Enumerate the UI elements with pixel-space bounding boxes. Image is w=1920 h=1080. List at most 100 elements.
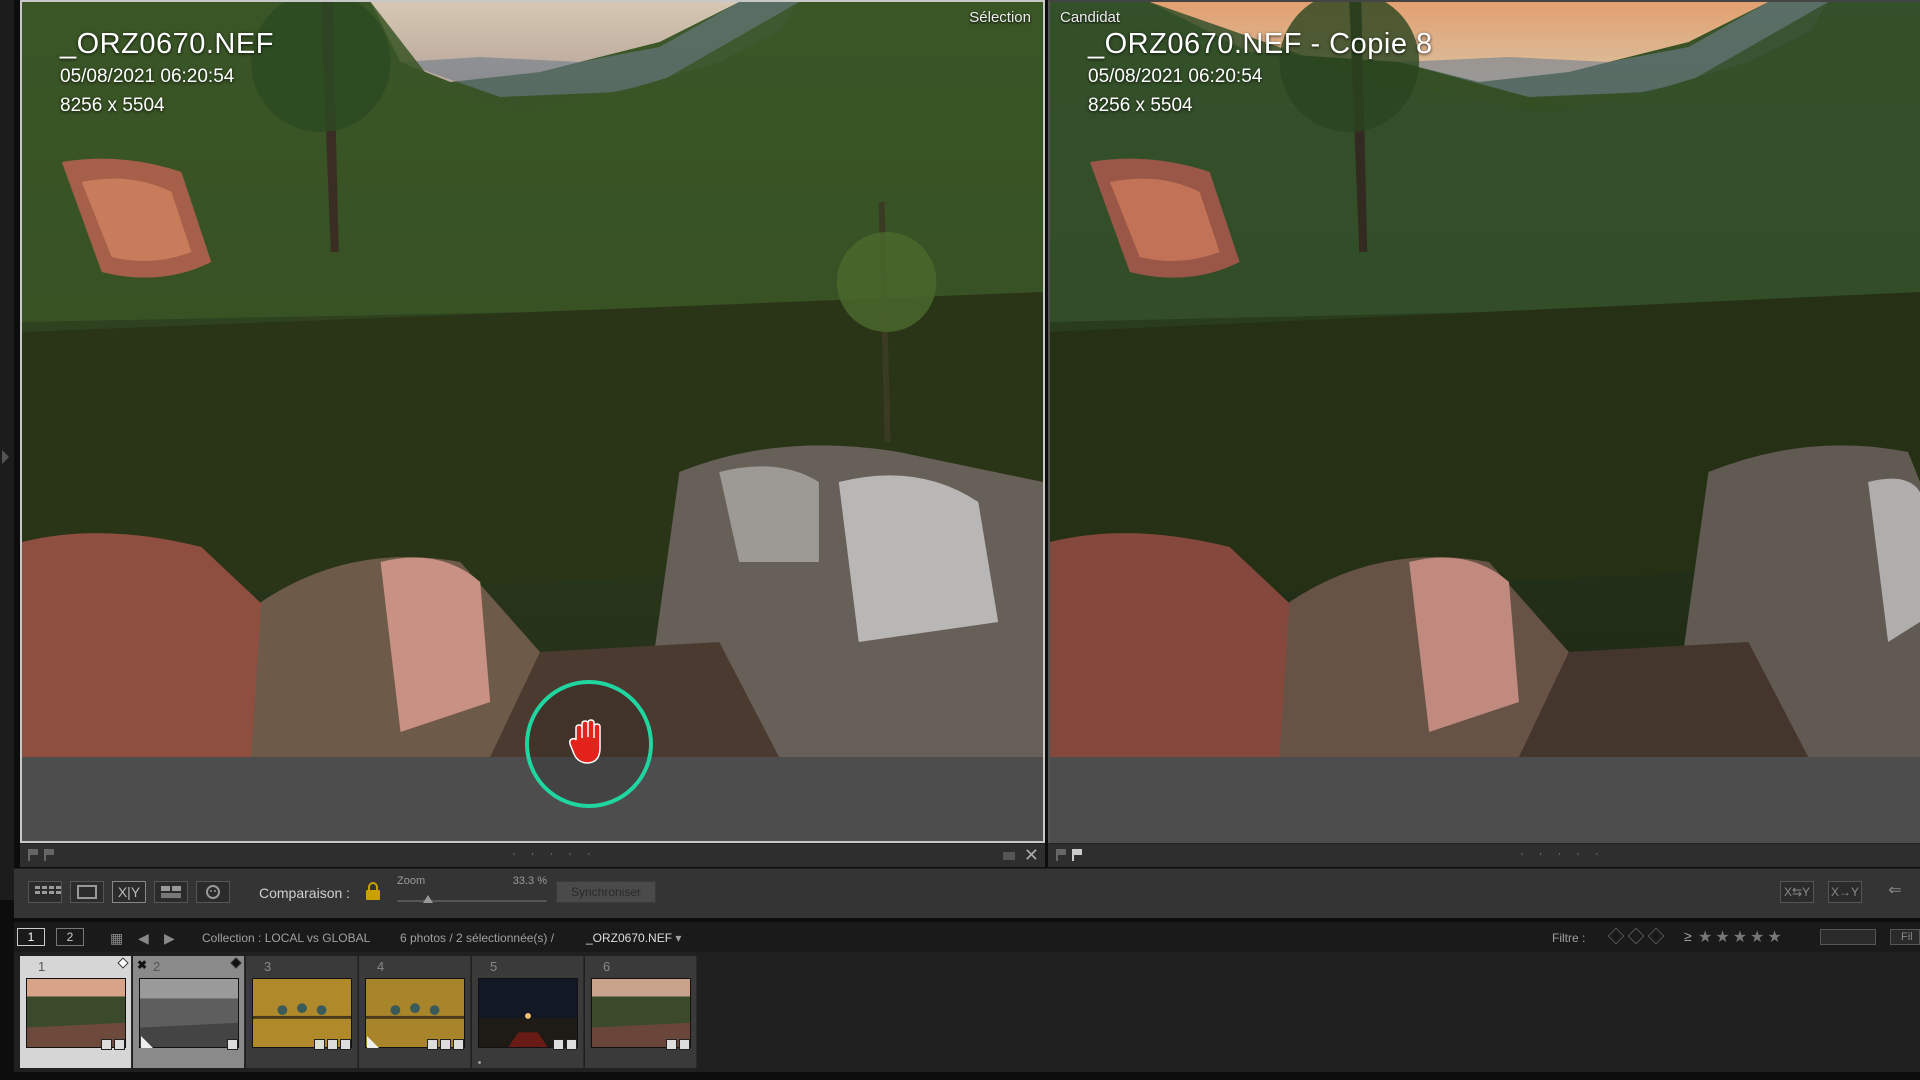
hand-cursor-icon [569, 719, 601, 764]
filmstrip-header: 1 2 ▦ ◀ ▶ Collection : LOCAL vs GLOBAL 6… [14, 922, 1920, 952]
sync-button[interactable]: Synchroniser [556, 881, 656, 903]
edit-badge-icon [340, 1039, 351, 1050]
select-pane-footer: · · · · · ✕ [20, 843, 1045, 867]
landscape-thumbnail [140, 979, 238, 1047]
back-arrow-icon[interactable]: ◀ [138, 930, 149, 947]
zoom-label: Zoom [397, 875, 426, 887]
compare-toolbar: X|Y Comparaison : Zoom 33.3 % Synchronis… [14, 868, 1920, 918]
grid-icon[interactable]: ▦ [110, 930, 123, 947]
lock-icon[interactable] [366, 882, 380, 900]
badges [551, 1037, 577, 1050]
expand-left-panel-icon[interactable] [2, 450, 9, 464]
virtual-copy-icon [367, 1036, 379, 1048]
filmstrip: 1 ✖ 2 3 4 5 6 [14, 952, 1920, 1072]
edit-badge-icon [227, 1039, 238, 1050]
unflagged-filter-icon[interactable] [1627, 927, 1645, 945]
thumbnail[interactable] [139, 978, 239, 1048]
secondary-window-button[interactable]: 2 [56, 928, 84, 946]
virtual-copy-icon [141, 1036, 153, 1048]
capture-date: 05/08/2021 06:20:54 [1088, 66, 1263, 87]
color-label-icon[interactable] [1003, 852, 1015, 860]
filmstrip-cell[interactable]: 3 [246, 956, 358, 1068]
badges [312, 1037, 351, 1050]
edit-badge-icon [566, 1039, 577, 1050]
badges [664, 1037, 690, 1050]
zoom-slider-track[interactable] [397, 900, 547, 902]
diamond-icon[interactable] [230, 957, 242, 969]
candidate-pane[interactable]: _ORZ0670.NEF - Copie 8 05/08/2021 06:20:… [1048, 0, 1920, 843]
filmstrip-cell[interactable]: 6 [585, 956, 697, 1068]
filmstrip-cell[interactable]: ✖ 2 [133, 956, 245, 1068]
compare-view-button[interactable]: X|Y [112, 881, 146, 903]
grid-icon [35, 886, 61, 894]
info-overlay: _ORZ0670.NEF - Copie 8 05/08/2021 06:20:… [1088, 28, 1433, 119]
cell-index: 1 [38, 959, 46, 974]
badges [425, 1037, 464, 1050]
pick-flag-icon[interactable] [44, 849, 54, 861]
right-tools: X⇆Y X→Y ⇐ [1780, 881, 1920, 903]
zoom-slider-thumb[interactable] [423, 895, 434, 903]
star-rating-filter[interactable]: ★★★★★ [1698, 927, 1785, 947]
close-icon[interactable]: ✕ [1024, 845, 1039, 866]
file-name: _ORZ0670.NEF [60, 28, 274, 60]
lightroom-window: _ORZ0670.NEF 05/08/2021 06:20:54 8256 x … [0, 0, 1920, 1080]
image-dimensions: 8256 x 5504 [60, 95, 165, 116]
rating-dots[interactable]: · · · · · [1520, 848, 1605, 860]
filter-toggle[interactable]: Fil [1890, 929, 1920, 945]
candidate-pane-footer: · · · · · [1048, 843, 1920, 867]
left-panel-collapse-strip[interactable] [0, 0, 14, 900]
color-filter-icon[interactable] [1820, 929, 1876, 945]
rating-operator[interactable]: ≥ [1684, 928, 1692, 944]
edit-badge-icon [453, 1039, 464, 1050]
people-view-button[interactable] [196, 881, 230, 903]
rating-dots[interactable]: · · · · · [512, 848, 597, 860]
pick-filter-icon[interactable] [1607, 927, 1625, 945]
file-name: _ORZ0670.NEF - Copie 8 [1088, 28, 1433, 60]
info-overlay: _ORZ0670.NEF 05/08/2021 06:20:54 8256 x … [60, 28, 274, 119]
select-label: Sélection [969, 9, 1031, 26]
filmstrip-cell[interactable]: 4 [359, 956, 471, 1068]
edit-badge-icon [679, 1039, 690, 1050]
crop-badge-icon [327, 1039, 338, 1050]
edit-badge-icon [114, 1039, 125, 1050]
candidate-label: Candidat [1060, 9, 1121, 26]
zoom-value: 33.3 % [512, 875, 547, 887]
diamond-icon[interactable] [117, 957, 129, 969]
cell-index: 4 [377, 959, 385, 974]
reject-flag-icon[interactable] [28, 849, 38, 861]
make-select-button[interactable]: X→Y [1828, 881, 1862, 903]
survey-view-button[interactable] [154, 881, 188, 903]
badges [225, 1037, 238, 1050]
keyword-badge-icon [314, 1039, 325, 1050]
capture-date: 05/08/2021 06:20:54 [60, 66, 235, 87]
grid-view-button[interactable] [28, 881, 62, 903]
filter-label: Filtre : [1552, 931, 1586, 945]
cell-index: 6 [603, 959, 611, 974]
current-file-name[interactable]: _ORZ0670.NEF ▾ [586, 931, 681, 945]
crop-badge-icon [440, 1039, 451, 1050]
face-icon [206, 885, 220, 899]
zoom-control[interactable]: Zoom 33.3 % [397, 875, 547, 911]
filmstrip-cell[interactable]: 5 [472, 956, 584, 1068]
reject-filter-icon[interactable] [1647, 927, 1665, 945]
comment-badge-icon [553, 1039, 564, 1050]
loupe-icon [77, 885, 97, 899]
loupe-view-button[interactable] [70, 881, 104, 903]
forward-arrow-icon[interactable]: ▶ [164, 930, 175, 947]
cell-index: 3 [264, 959, 272, 974]
collection-source[interactable]: Collection : LOCAL vs GLOBAL [202, 931, 370, 945]
badges [99, 1037, 125, 1050]
status-dot-icon [478, 1061, 481, 1064]
main-window-button[interactable]: 1 [17, 928, 45, 946]
pick-flag-icon[interactable] [1072, 849, 1082, 861]
reject-flag-icon[interactable] [1056, 849, 1066, 861]
survey-icon [161, 886, 181, 898]
image-dimensions: 8256 x 5504 [1088, 95, 1193, 116]
cell-index: 5 [490, 959, 498, 974]
chevron-down-icon[interactable]: ▾ [675, 931, 681, 945]
pane-background [1050, 757, 1920, 843]
reject-flag-icon[interactable]: ✖ [137, 958, 147, 972]
swap-button[interactable]: X⇆Y [1780, 881, 1814, 903]
back-arrow-icon[interactable]: ⇐ [1878, 881, 1912, 903]
filmstrip-cell[interactable]: 1 [20, 956, 132, 1068]
